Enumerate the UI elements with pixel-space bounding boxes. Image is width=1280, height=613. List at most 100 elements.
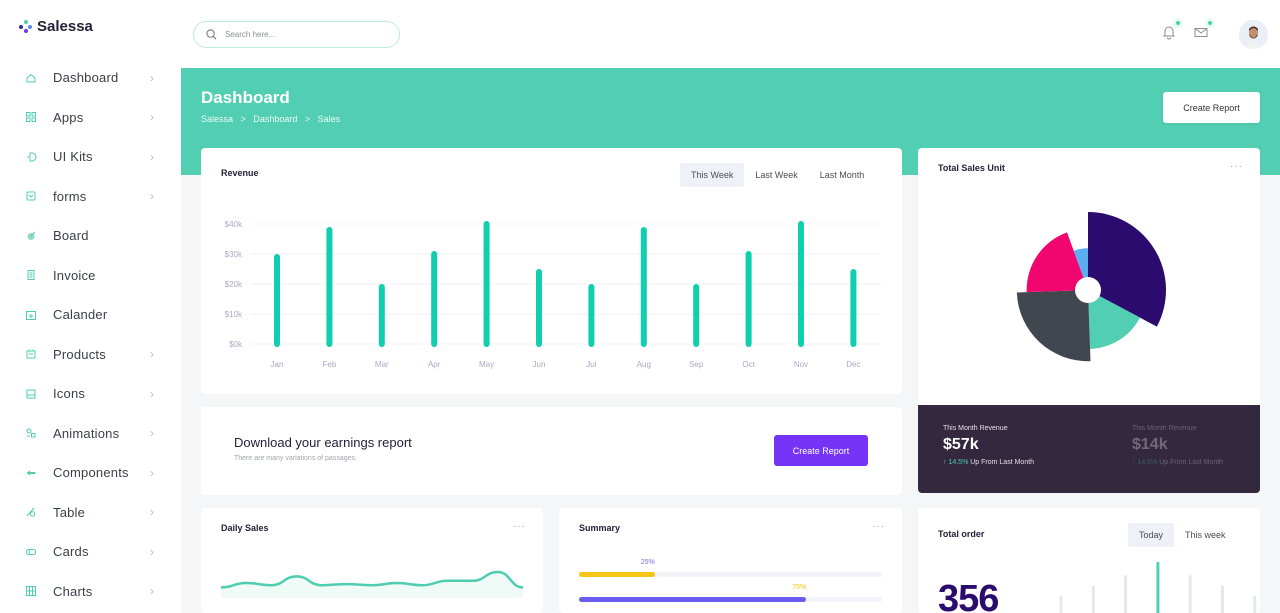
tab-last-month[interactable]: Last Month xyxy=(809,163,876,187)
bell-icon[interactable] xyxy=(1161,21,1180,42)
sidebar-item-label: Dashboard xyxy=(53,70,119,86)
notification-badge xyxy=(1176,21,1180,25)
y-tick-label: $30k xyxy=(225,250,243,259)
sidebar-item-label: forms xyxy=(53,188,87,204)
progress-fill xyxy=(579,572,655,577)
download-create-report-button[interactable]: Create Report xyxy=(774,435,868,466)
x-tick-label: Mar xyxy=(375,360,389,369)
chevron-right-icon: › xyxy=(150,149,154,164)
total-order-card: Total order Today This week 356 xyxy=(918,508,1260,613)
change-percent: ↑ 14.5% xyxy=(943,459,969,466)
sidebar-item-label: Icons xyxy=(53,386,86,402)
apps-grid-icon xyxy=(25,111,37,123)
x-tick-label: Jan xyxy=(271,360,284,369)
sidebar-item-components[interactable]: Components › xyxy=(0,453,181,493)
sidebar-item-label: Table xyxy=(53,504,86,520)
sidebar-item-dashboard[interactable]: Dashboard › xyxy=(0,58,181,98)
create-report-button[interactable]: Create Report xyxy=(1163,92,1260,123)
sidebar-item-label: Board xyxy=(53,228,89,244)
calendar-icon xyxy=(25,309,37,321)
x-tick-label: Nov xyxy=(794,360,808,369)
x-tick-label: Jun xyxy=(533,360,546,369)
table-icon xyxy=(25,506,37,518)
sidebar-item-ui-kits[interactable]: UI Kits › xyxy=(0,137,181,177)
products-icon xyxy=(25,348,37,360)
stat-label: This Month Revenue xyxy=(1132,425,1197,432)
chevron-right-icon: › xyxy=(150,505,154,520)
sidebar-item-calander[interactable]: Calander xyxy=(0,295,181,335)
sidebar-item-label: UI Kits xyxy=(53,149,93,165)
progress-fill xyxy=(579,597,807,602)
x-tick-label: May xyxy=(479,360,494,369)
chevron-right-icon: › xyxy=(150,386,154,401)
polar-segment[interactable] xyxy=(1016,290,1091,362)
mail-icon[interactable] xyxy=(1193,21,1212,42)
brand-logo[interactable]: Salessa xyxy=(19,18,93,35)
tab-last-week[interactable]: Last Week xyxy=(744,163,808,187)
x-tick-label: Aug xyxy=(637,360,651,369)
breadcrumb-item[interactable]: Salessa xyxy=(201,114,233,124)
search-icon xyxy=(206,29,217,40)
sidebar-nav: Dashboard › Apps › UI Kits › forms › Board Invoic… xyxy=(0,58,181,611)
x-tick-label: Feb xyxy=(323,360,337,369)
sidebar-item-label: Cards xyxy=(53,544,89,560)
sidebar-item-board[interactable]: Board xyxy=(0,216,181,256)
sidebar-item-label: Components xyxy=(53,465,129,481)
daily-sales-card: Daily Sales ··· xyxy=(201,508,543,613)
board-icon xyxy=(25,230,37,242)
more-options-icon[interactable]: ··· xyxy=(872,521,885,532)
x-tick-label: Apr xyxy=(428,360,441,369)
search-input[interactable] xyxy=(225,30,385,39)
progress-label: 25% xyxy=(640,559,655,566)
chevron-right-icon: › xyxy=(150,465,154,480)
chevron-right-icon: › xyxy=(150,110,154,125)
sidebar-item-label: Invoice xyxy=(53,267,96,283)
animations-icon xyxy=(25,427,37,439)
stat-change: ↑ 14.5% Up From Last Month xyxy=(943,459,1034,466)
summary-card: Summary ··· 25% 75% xyxy=(559,508,902,613)
download-subtitle: There are many variations of passages. xyxy=(234,455,357,462)
download-report-card: Download your earnings report There are … xyxy=(201,407,902,495)
y-tick-label: $10k xyxy=(225,310,243,319)
search-box[interactable] xyxy=(193,21,400,48)
chevron-right-icon: › xyxy=(150,347,154,362)
x-tick-label: Dec xyxy=(846,360,860,369)
breadcrumb-item: Sales xyxy=(317,114,341,124)
user-avatar[interactable] xyxy=(1239,20,1268,49)
sidebar-item-table[interactable]: Table › xyxy=(0,493,181,533)
sidebar-item-label: Apps xyxy=(53,109,84,125)
month-revenue-panel: This Month Revenue $57k ↑ 14.5% Up From … xyxy=(918,405,1260,493)
sidebar-item-products[interactable]: Products › xyxy=(0,335,181,375)
mail-badge xyxy=(1208,21,1212,25)
breadcrumb-separator: > xyxy=(304,114,311,124)
download-title: Download your earnings report xyxy=(234,435,412,450)
sidebar-item-label: Products xyxy=(53,346,106,362)
x-tick-label: Jul xyxy=(586,360,596,369)
logo-icon xyxy=(19,19,33,34)
x-tick-label: Oct xyxy=(742,360,755,369)
ui-kits-icon xyxy=(25,151,37,163)
home-icon xyxy=(25,72,37,84)
icons-icon xyxy=(25,388,37,400)
daily-sales-line-chart xyxy=(220,570,524,598)
sidebar-item-charts[interactable]: Charts › xyxy=(0,572,181,612)
invoice-icon xyxy=(25,269,37,281)
tab-this-week[interactable]: This Week xyxy=(680,163,745,187)
y-tick-label: $40k xyxy=(225,220,243,229)
polar-center-hole xyxy=(1075,277,1101,303)
progress-label: 75% xyxy=(792,584,807,591)
revenue-title: Revenue xyxy=(221,168,259,178)
sidebar-item-forms[interactable]: forms › xyxy=(0,177,181,217)
sidebar-item-animations[interactable]: Animations › xyxy=(0,414,181,454)
sidebar-item-apps[interactable]: Apps › xyxy=(0,98,181,138)
breadcrumb-item[interactable]: Dashboard xyxy=(253,114,297,124)
sidebar-item-invoice[interactable]: Invoice xyxy=(0,256,181,296)
y-tick-label: $20k xyxy=(225,280,243,289)
sidebar-item-cards[interactable]: Cards › xyxy=(0,532,181,572)
progress-track xyxy=(579,572,882,577)
chevron-right-icon: › xyxy=(150,544,154,559)
chevron-right-icon: › xyxy=(150,70,154,85)
sidebar-item-icons[interactable]: Icons › xyxy=(0,374,181,414)
stat-value: $14k xyxy=(1132,436,1168,453)
revenue-card: $0k $10k $20k $30k $40k Jan Feb Mar Apr May Jun Jul… xyxy=(201,148,902,394)
